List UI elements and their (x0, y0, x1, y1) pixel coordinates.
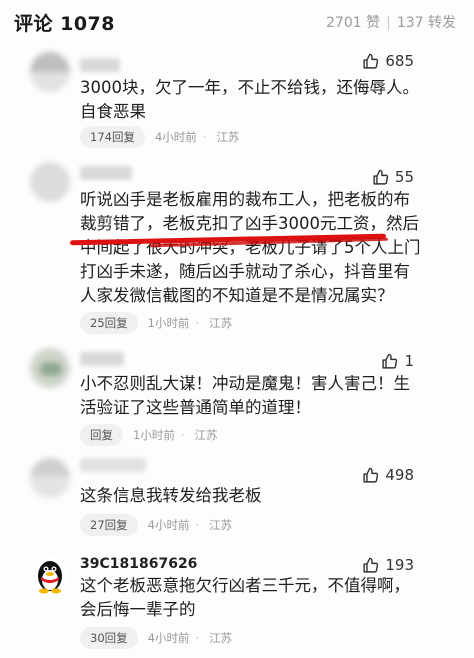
comments-header: 评论 1078 2701 赞 | 137 转发 (0, 0, 474, 40)
comment-meta: 174回复 4小时前 · 江苏 (80, 126, 239, 148)
comment-meta: 25回复 1小时前 · 江苏 (80, 312, 232, 334)
avatar[interactable] (30, 52, 70, 92)
comment-line: 裁剪错了，老板克扣了凶手3000元工资，然后 (80, 214, 419, 233)
like-button[interactable]: 685 (362, 52, 414, 70)
comment-text: 这个老板恶意拖欠行凶者三千元，不值得啊， 会后悔一辈子的 (80, 574, 460, 622)
comment-location: 江苏 (209, 518, 233, 532)
reply-button[interactable]: 174回复 (80, 126, 145, 148)
comment-line: 3000块，欠了一年，不止不给钱，还侮辱人。 (80, 78, 419, 97)
comment-text: 小不忍则乱大谋！冲动是魔鬼！害人害己！生 活验证了这些普通简单的道理！ (80, 372, 460, 420)
avatar[interactable] (30, 162, 70, 202)
comment-line: 活验证了这些普通简单的道理！ (80, 398, 311, 417)
comment-time: 4小时前 (154, 130, 197, 144)
comment-line: 会后悔一辈子的 (80, 600, 196, 619)
comment-line: 人家发微信截图的不知道是不是情况属实？ (80, 286, 394, 305)
username-blurred[interactable] (80, 58, 120, 72)
avatar[interactable] (30, 348, 70, 388)
stats-divider: | (386, 15, 391, 31)
comment-meta: 27回复 4小时前 · 江苏 (80, 514, 232, 536)
comment-time: 1小时前 (147, 316, 190, 330)
like-count: 498 (385, 466, 414, 484)
meta-dot: · (180, 428, 185, 442)
comment-line: 小不忍则乱大谋！冲动是魔鬼！害人害己！生 (80, 374, 410, 393)
meta-dot: · (195, 631, 200, 645)
like-button[interactable]: 498 (362, 466, 414, 484)
comment-location: 江苏 (209, 316, 233, 330)
post-stats: 2701 赞 | 137 转发 (326, 12, 456, 32)
like-button[interactable]: 1 (381, 352, 414, 370)
penguin-avatar-icon[interactable] (30, 556, 70, 596)
username-blurred[interactable] (80, 352, 124, 366)
like-count: 193 (385, 556, 414, 574)
thumbs-up-icon (373, 169, 389, 185)
likes-count: 2701 赞 (326, 15, 381, 31)
username-blurred[interactable] (80, 166, 132, 180)
comment-line: 自食恶果 (80, 102, 146, 121)
meta-dot: · (195, 518, 200, 532)
comment-time: 4小时前 (147, 518, 190, 532)
comment-line: 打凶手未遂，随后凶手就动了杀心，抖音里有 (80, 262, 410, 281)
comment-line: 听说凶手是老板雇用的裁布工人，把老板的布 (80, 190, 410, 209)
comments-count-title: 评论 1078 (14, 13, 115, 35)
comment-location: 江苏 (216, 130, 240, 144)
comment-time: 1小时前 (133, 428, 175, 442)
reply-button[interactable]: 27回复 (80, 514, 138, 536)
like-button[interactable]: 193 (362, 556, 414, 574)
thumbs-up-icon (363, 557, 379, 573)
meta-dot: · (195, 316, 200, 330)
thumbs-up-icon (382, 353, 398, 369)
shares-count: 137 转发 (396, 15, 456, 31)
meta-dot: · (202, 130, 207, 144)
comment-line: 这条信息我转发给我老板 (80, 486, 262, 505)
comment-location: 江苏 (194, 428, 218, 442)
comment-meta: 30回复 4小时前 · 江苏 (80, 627, 232, 649)
comment-text: 这条信息我转发给我老板 (80, 484, 460, 508)
like-count: 55 (394, 168, 414, 186)
reply-button[interactable]: 回复 (80, 424, 123, 446)
thumbs-up-icon (363, 467, 379, 483)
like-count: 685 (385, 52, 414, 70)
comment-time: 4小时前 (147, 631, 190, 645)
username-blurred[interactable] (80, 458, 146, 472)
comment-line: 这个老板恶意拖欠行凶者三千元，不值得啊， (80, 576, 410, 595)
avatar[interactable] (30, 458, 70, 498)
username[interactable]: 39C181867626 (80, 556, 197, 572)
reply-button[interactable]: 30回复 (80, 627, 138, 649)
like-button[interactable]: 55 (372, 168, 414, 186)
reply-button[interactable]: 25回复 (80, 312, 138, 334)
comment-text: 听说凶手是老板雇用的裁布工人，把老板的布 裁剪错了，老板克扣了凶手3000元工资… (80, 188, 460, 308)
comment-meta: 回复 1小时前 · 江苏 (80, 424, 217, 446)
comment-text: 3000块，欠了一年，不止不给钱，还侮辱人。 自食恶果 (80, 76, 460, 124)
thumbs-up-icon (363, 53, 379, 69)
like-count: 1 (404, 352, 414, 370)
comment-location: 江苏 (209, 631, 233, 645)
